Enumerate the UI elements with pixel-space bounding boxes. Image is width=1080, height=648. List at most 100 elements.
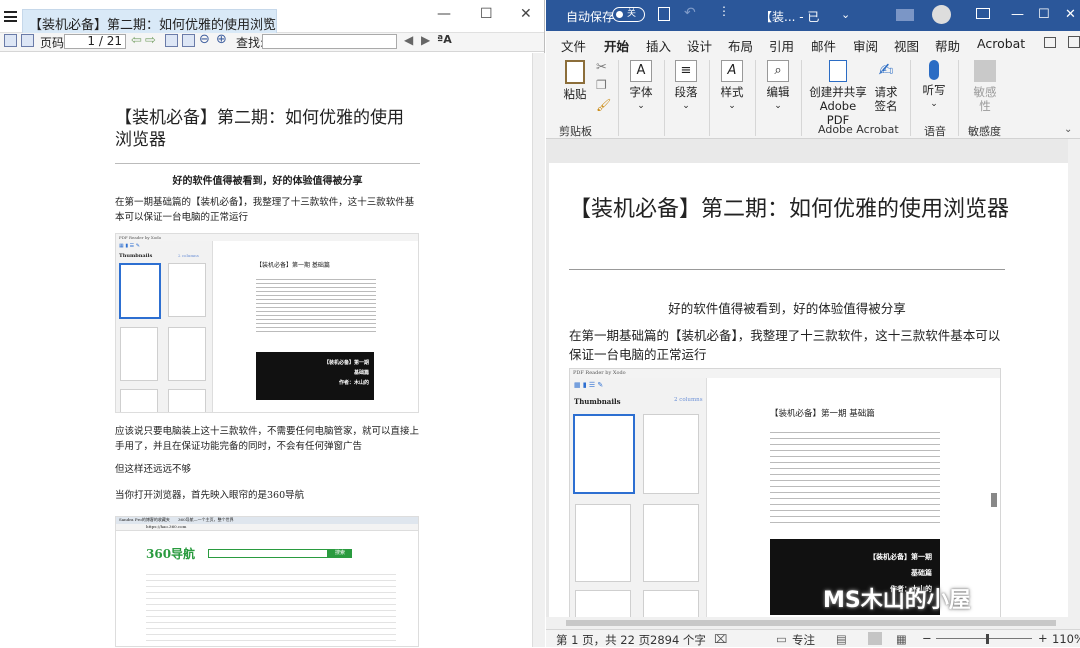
- editing-button[interactable]: ⌕ 编辑 ⌄: [763, 60, 793, 113]
- undo-icon[interactable]: ↶: [684, 5, 696, 21]
- focus-label[interactable]: 专注: [792, 632, 815, 648]
- copy-icon[interactable]: ❐: [596, 78, 607, 92]
- paragraph-label: 段落: [674, 85, 698, 99]
- minimize-button[interactable]: —: [437, 6, 451, 22]
- ribbon-separator: [709, 60, 710, 136]
- word-count[interactable]: 2894 个字: [650, 632, 706, 648]
- next-page-icon[interactable]: ⇨: [145, 33, 156, 48]
- avatar[interactable]: [932, 5, 951, 24]
- h-scroll-thumb[interactable]: [566, 620, 1056, 626]
- dictate-label: 听写: [922, 83, 946, 97]
- tab-view[interactable]: 视图: [894, 36, 919, 55]
- doc-banner-line-2: 基础篇: [911, 568, 932, 577]
- ribbon-separator: [958, 60, 959, 136]
- styles-icon: A: [721, 60, 743, 82]
- tab-design[interactable]: 设计: [687, 36, 712, 55]
- web-layout-icon[interactable]: ▦: [896, 632, 907, 646]
- open-folder-icon[interactable]: [4, 34, 17, 47]
- accessibility-icon[interactable]: ⌧: [714, 632, 727, 646]
- pdf-vertical-scrollbar[interactable]: [532, 53, 545, 647]
- word-horizontal-scrollbar[interactable]: [546, 617, 1080, 629]
- read-mode-icon[interactable]: ▤: [836, 632, 847, 646]
- pdf-document-tab[interactable]: 【装机必备】第二期：如何优雅的使用浏览器.pdf ×: [22, 9, 277, 33]
- dictate-button[interactable]: 听写 ⌄: [919, 60, 949, 111]
- pdf-tab-bar: 【装机必备】第二期：如何优雅的使用浏览器.pdf × — ☐ ✕: [0, 0, 544, 33]
- tab-review[interactable]: 审阅: [853, 36, 878, 55]
- tab-insert[interactable]: 插入: [646, 36, 671, 55]
- find-previous-icon[interactable]: ◀: [404, 33, 413, 47]
- embedded-page: 【装机必备】第一期 基础篇 【装机必备】第一期 基础篇 作者：木山的: [236, 244, 416, 412]
- fit-page-icon[interactable]: [165, 34, 178, 47]
- request-signature-button[interactable]: ✍ 请求 签名: [870, 60, 902, 113]
- maximize-button[interactable]: ☐: [480, 6, 493, 22]
- doc-title-rule: [569, 269, 1005, 270]
- comments-icon[interactable]: [1068, 36, 1080, 48]
- doc-banner-line-1: 【装机必备】第一期: [869, 552, 932, 561]
- zoom-in-icon[interactable]: ⊕: [216, 32, 227, 47]
- cut-icon[interactable]: ✂: [596, 60, 607, 75]
- font-button[interactable]: A 字体 ⌄: [626, 60, 656, 113]
- find-next-icon[interactable]: ▶: [421, 33, 430, 47]
- create-share-pdf-button[interactable]: 创建并共享 Adobe PDF: [808, 60, 868, 127]
- tab-references[interactable]: 引用: [769, 36, 794, 55]
- zoom-slider-thumb[interactable]: [986, 634, 989, 644]
- ribbon-separator: [801, 60, 802, 136]
- doc-paragraph-1: 在第一期基础篇的【装机必备】，我整理了十三款软件，这十三款软件基本可以保证一台电…: [569, 328, 1001, 362]
- previous-page-icon[interactable]: ⇦: [131, 33, 142, 48]
- save-icon[interactable]: [658, 7, 670, 21]
- title-dropdown-icon[interactable]: ⌄: [841, 8, 850, 21]
- more-commands-icon[interactable]: ⋮: [718, 4, 730, 18]
- tab-mailings[interactable]: 邮件: [811, 36, 836, 55]
- paragraph-button[interactable]: ≡ 段落 ⌄: [671, 60, 701, 113]
- tab-help[interactable]: 帮助: [935, 36, 960, 55]
- embedded-banner: 【装机必备】第一期 基础篇 作者：木山的: [256, 352, 374, 400]
- word-close-button[interactable]: ✕: [1065, 7, 1076, 22]
- browser-search-button: 搜索: [328, 549, 352, 558]
- pdf-toolbar: 页码: 1 / 21 ⇦ ⇨ ⊖ ⊕ 查找: ◀ ▶ ªA: [0, 32, 544, 52]
- autosave-toggle[interactable]: 关: [612, 7, 645, 22]
- document-canvas: 【装机必备】第二期：如何优雅的使用浏览器 好的软件值得被看到，好的体验值得被分享…: [546, 139, 1080, 617]
- page-count[interactable]: 第 1 页，共 22 页: [556, 632, 650, 648]
- close-tab-icon[interactable]: ×: [263, 14, 272, 27]
- collapse-ribbon-icon[interactable]: ⌄: [1064, 124, 1072, 135]
- share-icon[interactable]: [1044, 37, 1056, 48]
- zoom-in-button[interactable]: +: [1038, 631, 1048, 645]
- tab-acrobat[interactable]: Acrobat: [977, 36, 1025, 51]
- doc-embed-panel-icons: ▦ ▮ ☰ ✎: [574, 381, 604, 389]
- find-label: 查找:: [236, 36, 265, 50]
- embedded-thumb-6: [168, 389, 206, 412]
- zoom-slider-track[interactable]: [936, 638, 1032, 639]
- document-title[interactable]: 【装... - 已: [760, 8, 819, 25]
- match-case-icon[interactable]: ªA: [437, 33, 452, 46]
- zoom-out-icon[interactable]: ⊖: [199, 32, 210, 47]
- embedded-thumbnail-panel: ▦ ▮ ☰ ✎ Thumbnails 2 columns: [116, 241, 213, 412]
- tab-layout[interactable]: 布局: [728, 36, 753, 55]
- print-layout-icon[interactable]: [868, 632, 882, 645]
- pdf-tab-title: 【装机必备】第二期：如何优雅的使用浏览器.pdf: [29, 18, 277, 33]
- page-number-input[interactable]: 1 / 21: [64, 34, 126, 49]
- word-minimize-button[interactable]: —: [1011, 7, 1024, 22]
- paste-button[interactable]: 粘贴: [560, 60, 590, 101]
- font-icon: A: [630, 60, 652, 82]
- word-vertical-scrollbar[interactable]: [1068, 139, 1080, 617]
- sensitivity-btn-label-1: 敏感: [973, 85, 997, 99]
- tab-file[interactable]: 文件: [561, 36, 586, 55]
- ribbon-display-icon[interactable]: [976, 8, 990, 19]
- document-page[interactable]: 【装机必备】第二期：如何优雅的使用浏览器 好的软件值得被看到，好的体验值得被分享…: [549, 163, 1077, 617]
- ribbon-tabs: 文件 开始 插入 设计 布局 引用 邮件 审阅 视图 帮助 Acrobat: [546, 31, 1080, 60]
- zoom-level[interactable]: 110%: [1052, 632, 1080, 646]
- fit-width-icon[interactable]: [182, 34, 195, 47]
- format-painter-icon[interactable]: 🖌: [596, 98, 611, 112]
- focus-icon[interactable]: ▭: [776, 632, 787, 646]
- sensitivity-button[interactable]: 敏感 性: [970, 60, 1000, 113]
- styles-button[interactable]: A 样式 ⌄: [717, 60, 747, 113]
- tab-home[interactable]: 开始: [604, 36, 630, 60]
- zoom-out-button[interactable]: −: [922, 631, 932, 645]
- close-window-button[interactable]: ✕: [520, 6, 532, 22]
- find-input[interactable]: [262, 34, 397, 49]
- word-maximize-button[interactable]: ☐: [1038, 7, 1050, 22]
- print-icon[interactable]: [21, 34, 34, 47]
- voice-group-label: 语音: [924, 125, 946, 138]
- browser-search-box: [208, 549, 328, 558]
- hamburger-menu-icon[interactable]: [4, 11, 17, 22]
